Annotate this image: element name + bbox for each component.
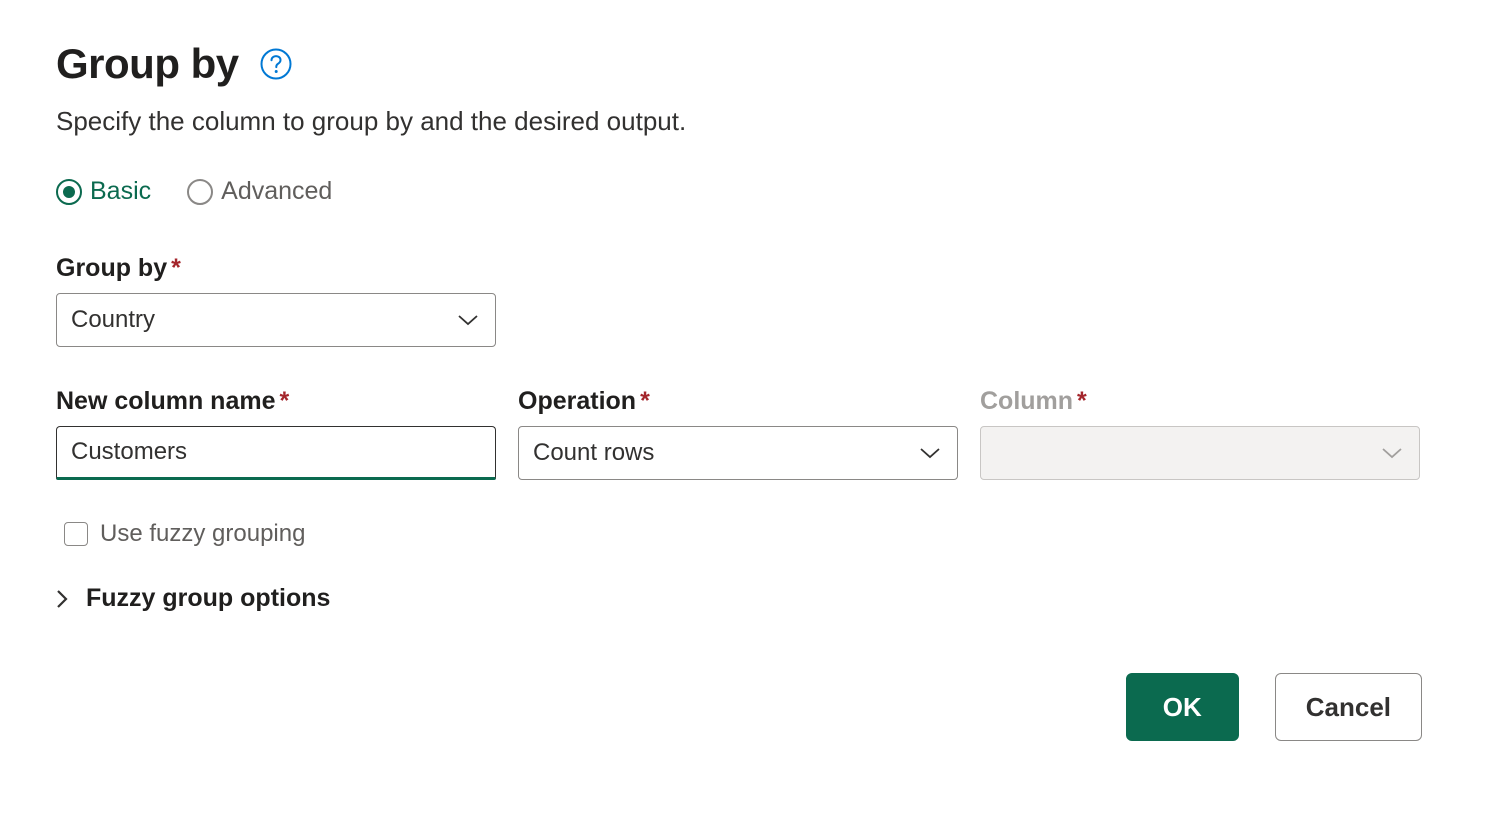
operation-field: Operation* Count rows [518, 387, 958, 480]
checkbox-unchecked-icon [64, 522, 88, 546]
column-select [980, 426, 1420, 480]
groupby-field: Group by* Country [56, 254, 1432, 347]
operation-select[interactable]: Count rows [518, 426, 958, 480]
dialog-title: Group by [56, 40, 239, 88]
chevron-down-icon [919, 446, 941, 460]
group-by-dialog: Group by Specify the column to group by … [0, 0, 1488, 781]
radio-basic-label: Basic [90, 177, 151, 206]
dialog-subtitle: Specify the column to group by and the d… [56, 106, 1432, 137]
groupby-value: Country [71, 306, 155, 334]
column-label: Column* [980, 387, 1420, 416]
required-indicator: * [640, 387, 650, 415]
radio-basic[interactable]: Basic [56, 177, 151, 206]
operation-value: Count rows [533, 439, 654, 467]
required-indicator: * [1077, 387, 1087, 415]
title-row: Group by [56, 40, 1432, 88]
new-column-label: New column name* [56, 387, 496, 416]
mode-radio-group: Basic Advanced [56, 177, 1432, 206]
chevron-down-icon [1381, 446, 1403, 460]
chevron-right-icon [56, 589, 68, 609]
chevron-down-icon [457, 313, 479, 327]
new-column-input[interactable] [56, 426, 496, 480]
radio-advanced-label: Advanced [221, 177, 332, 206]
radio-selected-icon [56, 179, 82, 205]
required-indicator: * [171, 254, 181, 282]
groupby-label: Group by* [56, 254, 1432, 283]
cancel-button[interactable]: Cancel [1275, 673, 1422, 741]
dialog-footer: OK Cancel [56, 673, 1432, 741]
required-indicator: * [280, 387, 290, 415]
column-field: Column* [980, 387, 1420, 480]
fuzzy-checkbox-label: Use fuzzy grouping [100, 520, 305, 548]
fuzzy-options-expander[interactable]: Fuzzy group options [56, 584, 1432, 613]
radio-unselected-icon [187, 179, 213, 205]
fuzzy-options-label: Fuzzy group options [86, 584, 330, 613]
help-icon[interactable] [259, 47, 293, 81]
groupby-select[interactable]: Country [56, 293, 496, 347]
output-row: New column name* Operation* Count rows C… [56, 387, 1432, 480]
ok-button[interactable]: OK [1126, 673, 1239, 741]
fuzzy-grouping-checkbox[interactable]: Use fuzzy grouping [64, 520, 1432, 548]
operation-label: Operation* [518, 387, 958, 416]
new-column-field: New column name* [56, 387, 496, 480]
radio-advanced[interactable]: Advanced [187, 177, 332, 206]
